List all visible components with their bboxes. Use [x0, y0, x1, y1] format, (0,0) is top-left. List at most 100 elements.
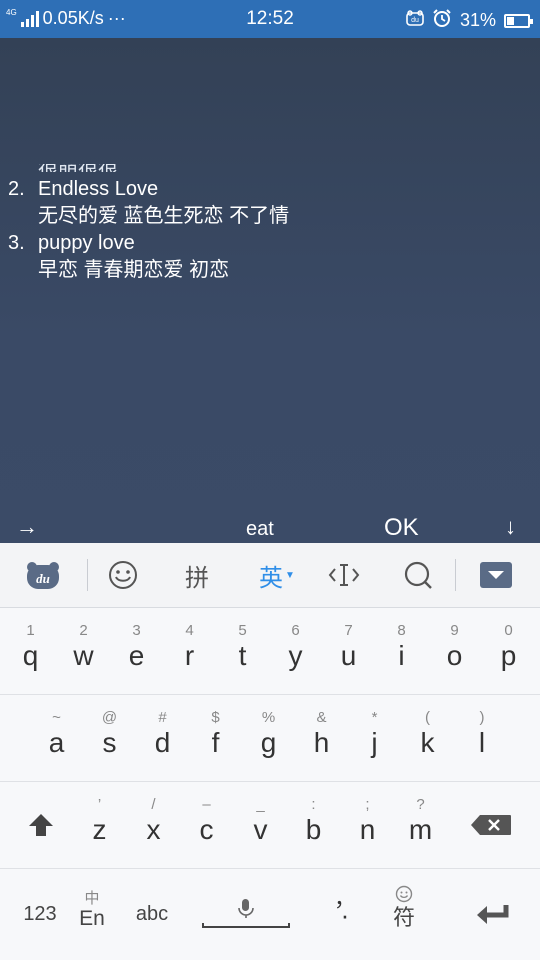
- key-hint: 6: [291, 622, 300, 639]
- key-label: 符: [392, 905, 415, 930]
- ok-button[interactable]: OK: [384, 514, 419, 542]
- emoji-small-icon: [378, 885, 430, 903]
- search-icon[interactable]: [396, 543, 440, 607]
- item-meaning: 无尽的爱 蓝色生死恋 不了情: [38, 205, 290, 227]
- enter-key[interactable]: [462, 869, 524, 960]
- key-p[interactable]: 0p: [481, 608, 536, 694]
- left-arrow-button[interactable]: →: [16, 514, 38, 540]
- english-mode-button[interactable]: 英 ▼: [250, 543, 304, 607]
- item-number: 2.: [8, 178, 25, 200]
- definition-list: 很萌很很 2. Endless Love 无尽的爱 蓝色生死恋 不了情 3. p…: [8, 164, 289, 284]
- key-b[interactable]: :b: [287, 782, 340, 868]
- key-j[interactable]: * j: [348, 695, 401, 781]
- key-hint: ): [479, 709, 485, 726]
- key-x[interactable]: / x: [127, 782, 180, 868]
- key-label: h: [313, 727, 330, 758]
- language-switch-key[interactable]: 中 En: [66, 869, 118, 960]
- abc-key[interactable]: abc: [124, 869, 180, 960]
- key-y[interactable]: 6y: [269, 608, 322, 694]
- key-label: z: [92, 814, 107, 845]
- key-o[interactable]: 9o: [428, 608, 481, 694]
- key-d[interactable]: # d: [136, 695, 189, 781]
- space-key[interactable]: [196, 869, 296, 960]
- list-item: 2. Endless Love 无尽的爱 蓝色生死恋 不了情: [8, 176, 289, 230]
- key-r[interactable]: 4r: [163, 608, 216, 694]
- status-bar: 4G 0.05K/s ··· 12:52 du 31%: [0, 0, 540, 38]
- key-label: t: [238, 640, 247, 671]
- svg-text:du: du: [411, 17, 419, 24]
- key-label: j: [371, 727, 378, 758]
- key-f[interactable]: $ f: [189, 695, 242, 781]
- content-area: 很萌很很 2. Endless Love 无尽的爱 蓝色生死恋 不了情 3. p…: [0, 38, 540, 543]
- key-label: g: [260, 727, 277, 758]
- key-hint: ;: [365, 796, 370, 813]
- key-s[interactable]: @ s: [83, 695, 136, 781]
- pinyin-mode-button[interactable]: 拼: [174, 543, 220, 607]
- key-hint: ’: [97, 796, 102, 813]
- key-n[interactable]: ; n: [341, 782, 394, 868]
- key-label: k: [420, 727, 435, 758]
- key-z[interactable]: ’ z: [73, 782, 126, 868]
- backspace-icon: [471, 815, 511, 835]
- key-q[interactable]: 1q: [4, 608, 57, 694]
- backspace-key[interactable]: [460, 782, 522, 868]
- toolbar-divider: [455, 559, 456, 591]
- key-l[interactable]: ) l: [454, 695, 510, 781]
- key-label: n: [359, 814, 376, 845]
- key-hint: $: [211, 709, 220, 726]
- key-a[interactable]: ~ a: [30, 695, 83, 781]
- shift-key[interactable]: [10, 782, 72, 868]
- key-hint: 7: [344, 622, 353, 639]
- key-hint: :: [311, 796, 316, 813]
- key-label: p: [500, 640, 517, 671]
- key-label: q: [22, 640, 39, 671]
- key-hint: ?: [416, 796, 425, 813]
- down-arrow-button[interactable]: ↓: [505, 514, 516, 540]
- key-label: ·: [340, 900, 350, 930]
- key-label: i: [398, 640, 405, 671]
- key-h[interactable]: & h: [295, 695, 348, 781]
- key-w[interactable]: 2w: [57, 608, 110, 694]
- key-hint: 中: [84, 890, 100, 907]
- key-t[interactable]: 5t: [216, 608, 269, 694]
- item-number: 3.: [8, 232, 25, 254]
- input-text[interactable]: eat: [246, 518, 274, 541]
- key-hint: 0: [504, 622, 513, 639]
- emoji-icon[interactable]: [100, 543, 146, 607]
- shift-icon: [29, 814, 53, 836]
- key-hint: 1: [26, 622, 35, 639]
- key-u[interactable]: 7u: [322, 608, 375, 694]
- ime-toolbar: du 拼 英 ▼: [0, 543, 540, 608]
- number-mode-key[interactable]: 123: [10, 869, 70, 960]
- cursor-icon[interactable]: [322, 543, 366, 607]
- key-hint: 9: [450, 622, 459, 639]
- key-label: d: [154, 727, 171, 758]
- key-e[interactable]: 3e: [110, 608, 163, 694]
- alarm-icon: [432, 8, 452, 33]
- key-label: y: [288, 640, 303, 671]
- key-m[interactable]: ? m: [394, 782, 447, 868]
- punctuation-key[interactable]: ， ·: [320, 869, 370, 960]
- battery-icon: [504, 13, 533, 28]
- toolbar-divider: [87, 559, 88, 591]
- key-hint: _: [256, 796, 265, 813]
- key-hint: @: [101, 709, 118, 726]
- key-label: l: [478, 727, 486, 758]
- symbol-key[interactable]: 符: [378, 869, 430, 960]
- key-label: En: [79, 907, 105, 930]
- key-k[interactable]: (k: [401, 695, 454, 781]
- microphone-icon: [202, 898, 290, 928]
- du-logo-icon[interactable]: du: [18, 543, 68, 607]
- key-hint: /: [151, 796, 156, 813]
- key-hint: %: [261, 709, 276, 726]
- hide-keyboard-icon[interactable]: [474, 543, 518, 607]
- key-v[interactable]: _ v: [234, 782, 287, 868]
- key-g[interactable]: % g: [242, 695, 295, 781]
- key-row-3: ’ z / x – c _ v :b ; n ? m: [0, 782, 540, 869]
- key-row-bottom: 123 中 En abc ， · 符: [0, 869, 540, 960]
- key-i[interactable]: 8i: [375, 608, 428, 694]
- svg-text:du: du: [36, 571, 50, 586]
- key-c[interactable]: – c: [180, 782, 233, 868]
- key-label: c: [199, 814, 214, 845]
- key-row-1: 1q 2w 3e 4r 5t 6y 7u 8i 9o 0p: [0, 608, 540, 695]
